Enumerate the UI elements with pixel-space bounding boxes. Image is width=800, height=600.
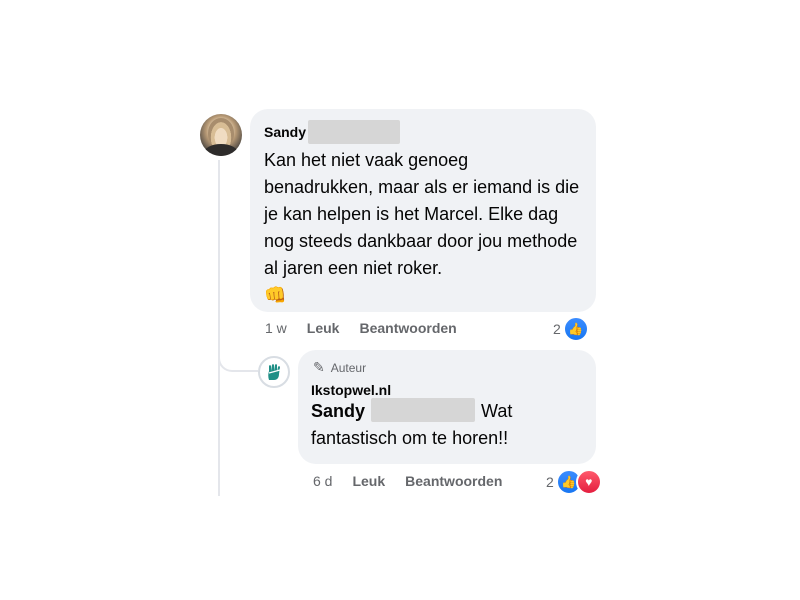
reply-text: Sandy Wat fantastisch om te horen!! — [311, 398, 583, 452]
ikstopwel-avatar[interactable] — [258, 356, 290, 388]
reply-text-part2: fantastisch om te horen!! — [311, 428, 509, 448]
comment-reactions[interactable]: 2 👍 — [553, 316, 589, 342]
avatar-sandy[interactable] — [200, 114, 242, 156]
comment-author[interactable]: Sandy — [264, 120, 582, 144]
reply-reply-button[interactable]: Beantwoorden — [405, 473, 502, 489]
avatar-body — [204, 144, 238, 156]
comment-author-name[interactable]: Sandy — [264, 123, 306, 141]
fist-emoji: 👊 — [264, 285, 287, 305]
comment-bubble: Sandy Kan het niet vaak genoeg benadrukk… — [250, 109, 596, 312]
reply-reactions[interactable]: 2 👍 ♥ — [546, 469, 602, 495]
like-button[interactable]: Leuk — [307, 320, 340, 336]
author-badge: ✎ Auteur — [313, 359, 583, 376]
reply-author[interactable]: Ikstopwel.nl — [311, 382, 583, 398]
comment-text: Kan het niet vaak genoeg benadrukken, ma… — [264, 150, 580, 278]
reply-like-button[interactable]: Leuk — [352, 473, 385, 489]
reply-time[interactable]: 6 d — [313, 473, 332, 489]
redacted-name — [308, 120, 401, 144]
reply-connector — [218, 348, 258, 372]
comment-time[interactable]: 1 w — [265, 320, 287, 336]
reply-reaction-count: 2 — [546, 474, 554, 490]
reaction-count: 2 — [553, 321, 561, 337]
redacted-mention — [371, 398, 476, 422]
author-badge-label: Auteur — [330, 360, 367, 375]
pencil-icon: ✎ — [313, 359, 325, 375]
reply-button[interactable]: Beantwoorden — [359, 320, 456, 336]
reply-actions: 6 d Leuk Beantwoorden — [313, 473, 522, 489]
comment-actions: 1 w Leuk Beantwoorden — [265, 320, 477, 336]
hand-logo-icon — [268, 364, 281, 380]
thread-line — [218, 160, 220, 496]
reply-text-part1: Wat — [481, 401, 513, 421]
like-reaction-icon: 👍 — [562, 316, 589, 342]
love-reaction-icon: ♥ — [575, 469, 602, 495]
reply-bubble: ✎ Auteur Ikstopwel.nl Sandy Wat fantastis… — [298, 350, 596, 464]
mention-sandy[interactable]: Sandy — [311, 401, 365, 421]
